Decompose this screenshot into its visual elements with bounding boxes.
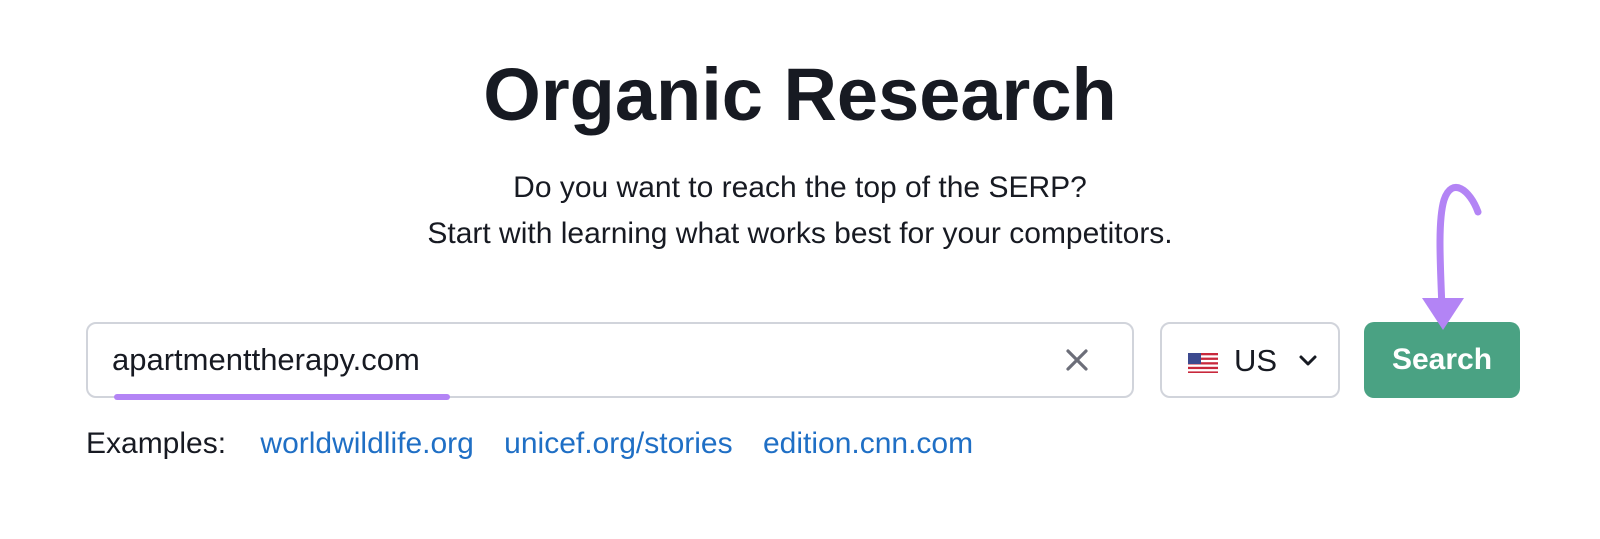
- input-highlight-underline: [114, 394, 450, 400]
- page: Organic Research Do you want to reach th…: [0, 0, 1600, 539]
- page-subtitle-line1: Do you want to reach the top of the SERP…: [513, 171, 1087, 204]
- domain-search-field[interactable]: [86, 322, 1134, 398]
- page-title: Organic Research: [483, 53, 1117, 136]
- annotation-arrow-icon: [1422, 184, 1482, 330]
- examples-row: Examples: worldwildlife.org unicef.org/s…: [86, 424, 995, 464]
- country-label: US: [1234, 343, 1278, 378]
- page-subtitle-line2: Start with learning what works best for …: [427, 217, 1173, 250]
- country-selector[interactable]: US: [1160, 322, 1340, 398]
- example-link-worldwildlife[interactable]: worldwildlife.org: [260, 427, 473, 460]
- chevron-down-icon: [1298, 354, 1318, 368]
- domain-search-input[interactable]: [112, 324, 1012, 396]
- example-link-unicef[interactable]: unicef.org/stories: [504, 427, 732, 460]
- close-icon[interactable]: [1062, 345, 1092, 375]
- example-link-cnn[interactable]: edition.cnn.com: [763, 427, 973, 460]
- us-flag-icon: [1188, 353, 1218, 373]
- examples-label: Examples:: [86, 427, 227, 460]
